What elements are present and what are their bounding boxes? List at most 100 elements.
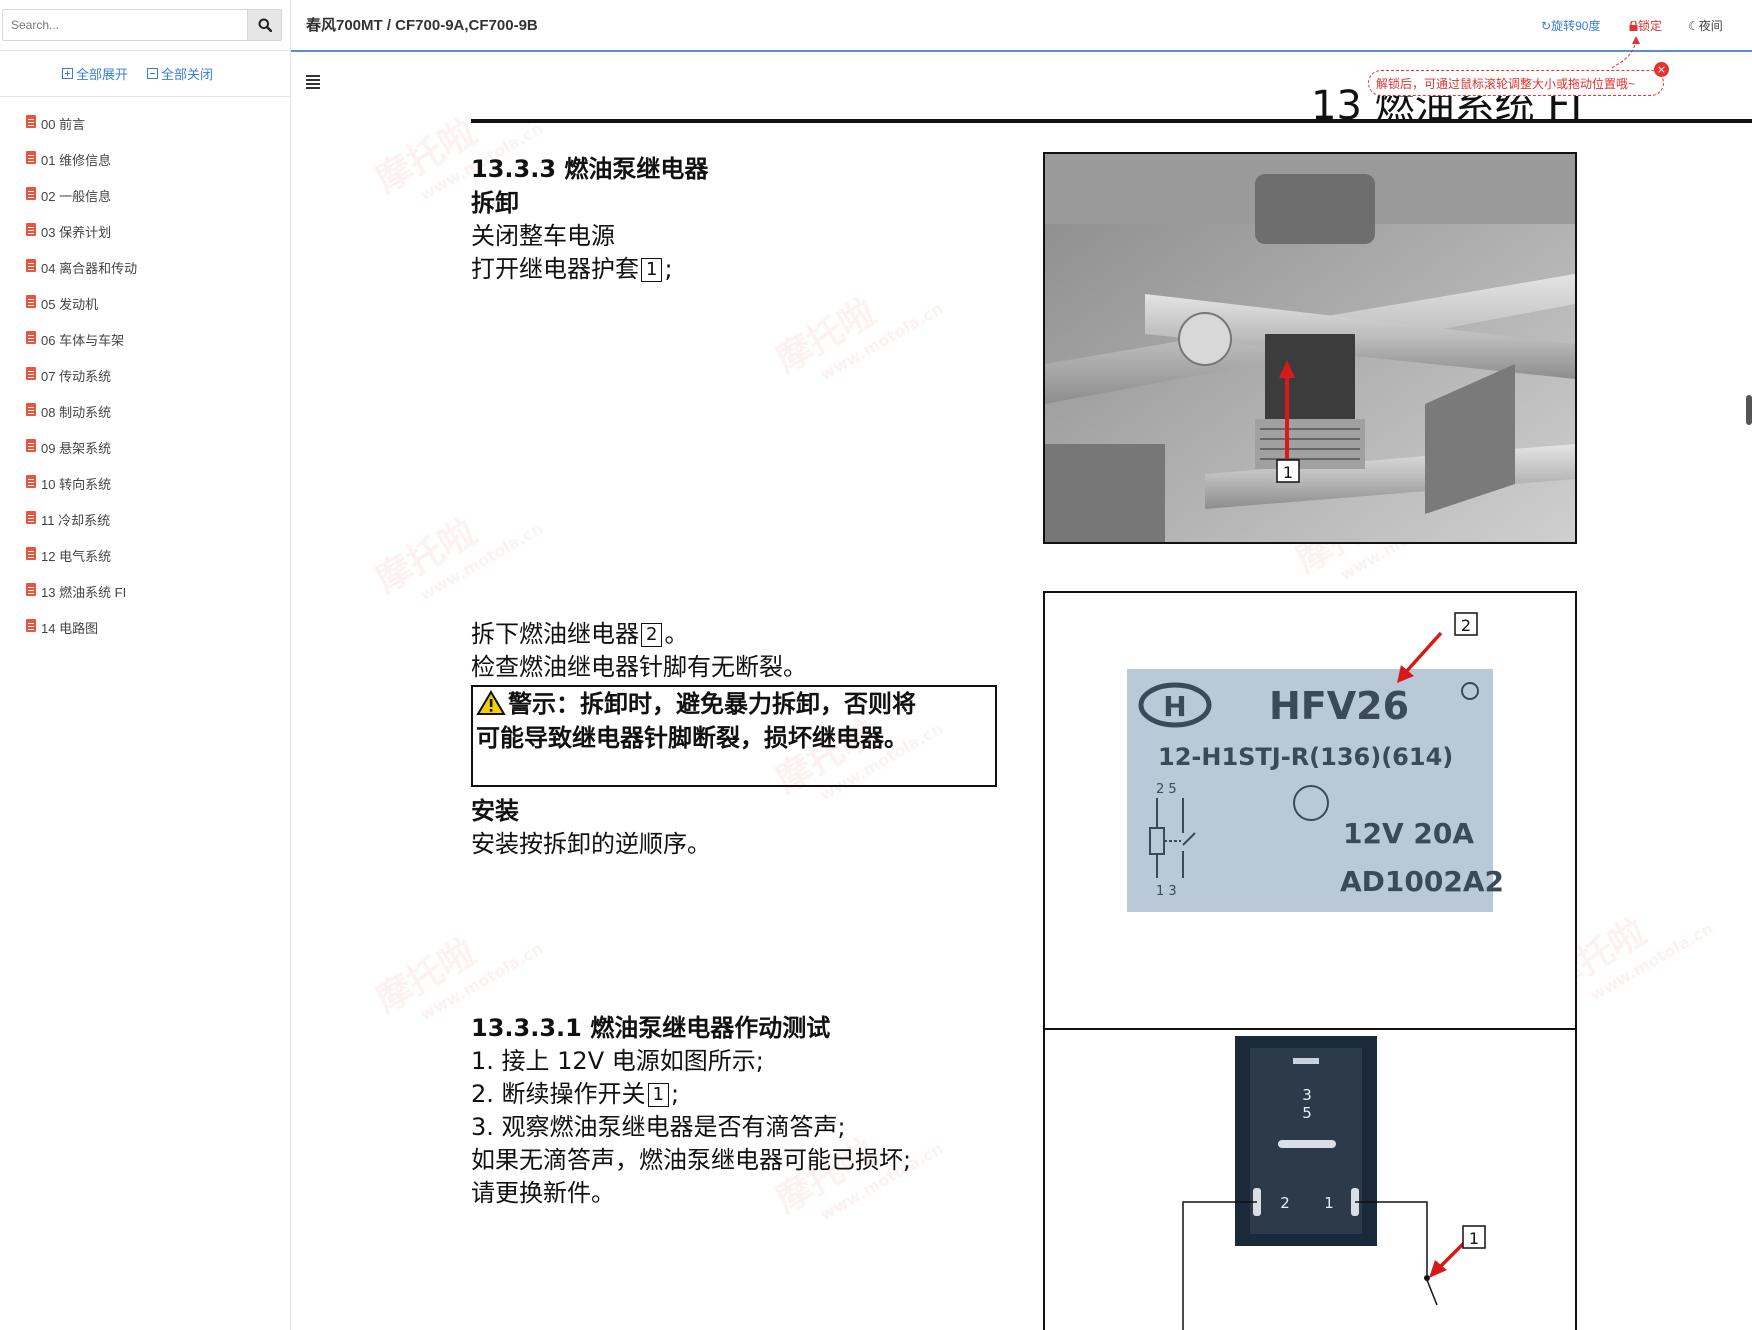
lock-icon [1629,20,1638,31]
rotate-label: 旋转90度 [1551,19,1601,33]
toc-item-label: 06 车体与车架 [41,333,125,348]
figure-relay-test: 3 5 2 1 1 [1043,1028,1577,1330]
watermark: 摩托啦www.motola.cn [369,511,547,605]
relay-code: AD1002A2 [1340,865,1504,898]
test-circuit-illustration: 3 5 2 1 1 [1045,1030,1575,1330]
rotate-button[interactable]: ↻旋转90度 [1541,17,1600,34]
relay-pin-label: 2 [1280,1194,1290,1212]
close-tip-button[interactable]: × [1654,62,1669,77]
document-icon [26,403,36,416]
document-icon [26,547,36,560]
lock-tip-text: 解锁后，可通过鼠标滚轮调整大小或拖动位置哦~ [1376,77,1636,91]
figure-callout: 1 [1469,1229,1479,1248]
document-icon [26,367,36,380]
search-input[interactable] [3,10,245,40]
step-text-part: ; [664,255,673,283]
document-icon [26,583,36,596]
section-subtitle: 拆卸 [471,189,519,217]
relay-pin-labels: 1 3 [1156,884,1177,899]
watermark: 摩托啦www.motola.cn [769,291,947,385]
callout-number: 2 [641,623,663,647]
toc-item[interactable]: 01 维修信息 [26,150,137,186]
step-text: 请更换新件。 [471,1179,615,1207]
figure-callout: 1 [1283,463,1293,482]
toc-item[interactable]: 04 离合器和传动 [26,258,137,294]
search-box [2,9,282,41]
step-text: 拆下燃油继电器 2。 [471,614,688,649]
toc-item[interactable]: 00 前言 [26,114,137,150]
toc-item[interactable]: 09 悬架系统 [26,438,137,474]
step-text-part: 2. 断续操作开关 [471,1080,646,1108]
document-page: 摩托啦 www.motola.cn 摩托啦 www.motola.cn 摩托啦 www… [291,51,1752,1330]
document-icon [26,619,36,632]
step-text: 3. 观察燃油泵继电器是否有滴答声; [471,1113,846,1141]
toc-item-label: 12 电气系统 [41,549,112,564]
tip-pointer-icon [1611,36,1640,69]
document-icon [26,259,36,272]
svg-text:H: H [1163,690,1186,723]
watermark: 摩托啦www.motola.cn [369,111,547,205]
document-icon [26,151,36,164]
section-title: 13.3.3.1 燃油泵继电器作动测试 [471,1014,831,1042]
callout-number: 1 [647,1083,669,1107]
toc-item-label: 10 转向系统 [41,477,112,492]
toc-item-label: 04 离合器和传动 [41,261,138,276]
step-text-part: 拆下燃油继电器 [471,620,639,648]
step-text: 检查燃油继电器针脚有无断裂。 [471,653,807,681]
search-icon [258,18,272,32]
document-icon [26,295,36,308]
toc-item-label: 11 冷却系统 [41,513,111,528]
warning-text: 警示：拆卸时，避免暴力拆卸，否则将 可能导致继电器针脚断裂，损坏继电器。 [476,687,916,755]
warning-line: 可能导致继电器针脚断裂，损坏继电器。 [476,724,908,752]
minus-square-icon [147,68,158,79]
toc-item[interactable]: 03 保养计划 [26,222,137,258]
toc-item-label: 08 制动系统 [41,405,112,420]
document-icon [26,439,36,452]
figure-relay-location: 1 [1043,152,1577,544]
toc-item[interactable]: 11 冷却系统 [26,510,137,546]
collapse-all-button[interactable]: 全部关闭 [147,64,213,83]
toc-item[interactable]: 02 一般信息 [26,186,137,222]
sidebar-divider [0,50,290,51]
warning-icon [476,690,506,715]
toc-item-label: 02 一般信息 [41,189,112,204]
night-mode-button[interactable]: ☾夜间 [1688,17,1723,34]
step-text: 打开继电器护套 1; [471,249,673,284]
toc-item[interactable]: 14 电路图 [26,618,137,654]
step-text: 如果无滴答声，燃油泵继电器可能已损坏; [471,1146,912,1174]
frame-illustration: 1 [1045,154,1575,542]
relay-rating: 12V 20A [1343,817,1474,850]
toc-item-label: 13 燃油系统 FI [41,585,127,600]
night-mode-label: 夜间 [1698,19,1723,33]
toc-item[interactable]: 13 燃油系统 FI [26,582,137,618]
toc-item-label: 05 发动机 [41,297,99,312]
install-title: 安装 [471,797,519,825]
toc-item[interactable]: 10 转向系统 [26,474,137,510]
rotate-icon: ↻ [1541,19,1552,33]
toc-item-label: 09 悬架系统 [41,441,112,456]
scrollbar-thumb[interactable] [1746,395,1752,425]
chapter-rule [471,119,1752,123]
toc-item[interactable]: 12 电气系统 [26,546,137,582]
toc-item-label: 14 电路图 [41,621,99,636]
relay-pin-label: 5 [1302,1104,1312,1122]
expand-all-button[interactable]: 全部展开 [62,64,128,83]
toc-item[interactable]: 07 传动系统 [26,366,137,402]
search-button[interactable] [247,10,281,40]
relay-model: 12-H1STJ-R(136)(614) [1158,743,1453,771]
sidebar-divider [0,96,290,97]
toc-item[interactable]: 05 发动机 [26,294,137,330]
document-icon [26,187,36,200]
top-bar: 春风700MT / CF700-9A,CF700-9B ↻旋转90度 锁定 ☾夜… [291,0,1752,52]
step-text-part: 打开继电器护套 [471,255,639,283]
sidebar: 全部展开 全部关闭 00 前言 01 维修信息 02 一般信息 03 保养计划 … [0,0,291,1330]
toc-item[interactable]: 08 制动系统 [26,402,137,438]
document-icon [26,223,36,236]
section-title: 13.3.3 燃油泵继电器 [471,155,709,183]
install-text: 安装按拆卸的逆顺序。 [471,830,711,858]
document-icon [26,511,36,524]
toc-item-label: 01 维修信息 [41,153,112,168]
toc-item-label: 03 保养计划 [41,225,112,240]
callout-number: 1 [641,258,663,282]
toc-item[interactable]: 06 车体与车架 [26,330,137,366]
